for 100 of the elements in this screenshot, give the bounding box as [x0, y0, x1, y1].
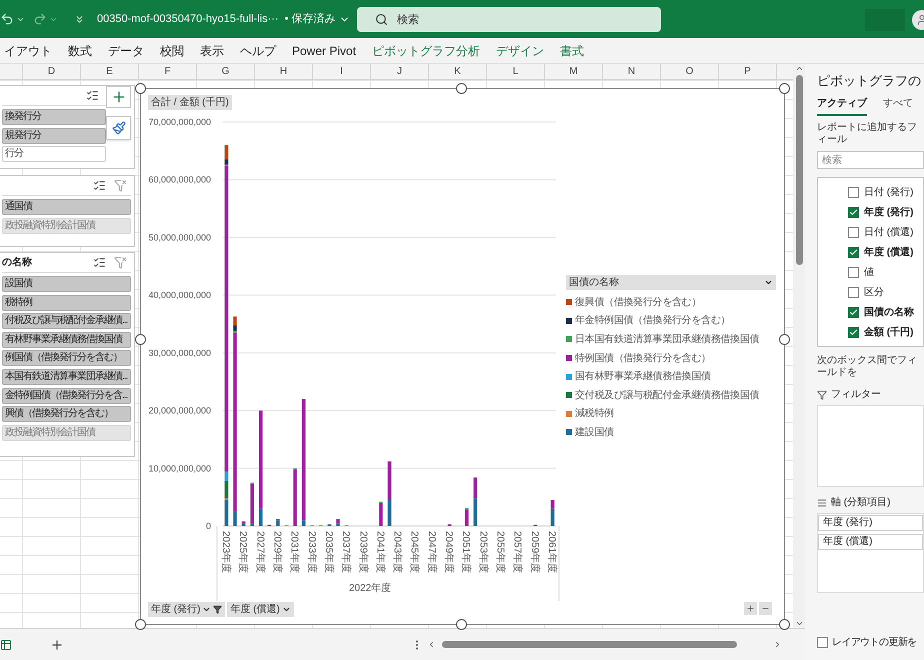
collapse-button[interactable]	[759, 602, 772, 615]
checkbox-label: レイアウトの更新を	[832, 636, 917, 650]
slicer-item[interactable]: 本国有鉄道清算事業団承継債...	[2, 368, 131, 385]
checkbox[interactable]	[848, 246, 859, 258]
expand-button[interactable]	[744, 602, 757, 615]
pane-tab[interactable]: すべて	[883, 96, 913, 116]
ribbon-tab[interactable]: ヘルプ	[240, 42, 276, 60]
slicer-item[interactable]: 政投融資特別会計国債	[2, 424, 131, 441]
field-label: 日付 (発行)	[864, 186, 914, 200]
value-field-button[interactable]: 合計 / 金額 (千円)	[148, 95, 232, 110]
ribbon-tab[interactable]: 表示	[200, 42, 224, 60]
resize-handle[interactable]	[456, 619, 467, 630]
scroll-thumb[interactable]	[796, 75, 802, 265]
column-header[interactable]: E	[81, 64, 139, 79]
area-field-item[interactable]: 年度 (発行)	[818, 515, 923, 531]
axis-field-button[interactable]: 年度 (発行)	[148, 602, 226, 617]
axis-tick-label: 2055年度	[494, 531, 506, 574]
checkbox[interactable]	[848, 186, 859, 198]
column-header[interactable]: D	[23, 64, 81, 79]
ribbon-tab[interactable]: データ	[108, 42, 144, 60]
sheet-tab-icon[interactable]	[0, 638, 12, 650]
checkbox[interactable]	[848, 306, 859, 318]
scroll-left-icon[interactable]	[427, 640, 436, 649]
ribbon-tab[interactable]: 校閲	[160, 42, 184, 60]
brush-icon	[112, 121, 126, 135]
resize-handle[interactable]	[779, 334, 790, 345]
legend-label: 交付税及び譲与税配付金承継債務借換国債	[575, 388, 760, 403]
column-header[interactable]: M	[545, 64, 603, 79]
slicer-item[interactable]: 付税及び譲与税配付金承継債...	[2, 313, 131, 330]
ribbon-tab[interactable]: 数式	[68, 42, 92, 60]
checkbox[interactable]	[848, 206, 859, 218]
ribbon-tab[interactable]: イアウト	[4, 42, 52, 60]
resize-handle[interactable]	[135, 83, 146, 94]
resize-handle[interactable]	[456, 83, 467, 94]
checkbox[interactable]	[848, 326, 859, 338]
slicer-item[interactable]: 例国債（借換発行分を含む）	[2, 350, 131, 366]
pane-tab[interactable]: アクティブ	[817, 96, 867, 116]
scroll-right-icon[interactable]	[773, 640, 782, 649]
search-field[interactable]: 検索	[817, 151, 924, 169]
checkbox[interactable]	[848, 266, 859, 278]
scroll-up-icon[interactable]	[794, 64, 804, 73]
slicer-item[interactable]: 金特例国債（借換発行分を含...	[2, 388, 131, 404]
checkbox[interactable]	[848, 226, 859, 238]
scroll-thumb[interactable]	[442, 641, 737, 648]
multi-select-icon[interactable]	[93, 179, 106, 192]
axis-field-button[interactable]: 年度 (償還)	[227, 602, 294, 617]
slicer-item[interactable]: 通国債	[2, 199, 131, 215]
slicer-item[interactable]: 換発行分	[2, 109, 106, 125]
column-header[interactable]: L	[487, 64, 545, 79]
slicer-item[interactable]: 有林野事業承継債務借換国債	[2, 332, 131, 348]
resize-handle[interactable]	[779, 83, 790, 94]
vertical-scrollbar[interactable]	[793, 64, 805, 628]
style-button[interactable]	[106, 116, 131, 140]
column-header[interactable]: P	[719, 64, 777, 79]
column-header[interactable]: I	[313, 64, 371, 79]
undo-icon[interactable]	[0, 12, 14, 26]
checkbox[interactable]	[817, 637, 828, 648]
slicer-item[interactable]: 設国債	[2, 276, 131, 292]
checkbox[interactable]	[848, 286, 859, 298]
axis-tick-label: 2045年度	[408, 531, 420, 574]
resize-handle[interactable]	[135, 334, 146, 345]
legend-label: 年金特例国債（借換発行分を含む）	[575, 314, 730, 328]
slicer-item[interactable]: 規発行分	[2, 128, 106, 144]
axis-tick-label: 2033年度	[306, 531, 317, 574]
column-header[interactable]: N	[603, 64, 661, 79]
search-icon	[375, 13, 388, 26]
column-header[interactable]: O	[661, 64, 719, 79]
rows-icon	[817, 498, 827, 508]
multi-select-icon[interactable]	[86, 89, 99, 102]
save-status[interactable]: • 保存済み	[284, 10, 350, 28]
customize-icon[interactable]	[74, 14, 85, 24]
slicer-item[interactable]: 行分	[2, 146, 106, 162]
column-header[interactable]: F	[139, 64, 197, 79]
legend-label: 復興債（借換発行分を含む）	[575, 296, 702, 310]
axis-tick-label: 40,000,000,000	[148, 290, 211, 300]
slicer-item[interactable]: 興債（借換発行分を含む）	[2, 406, 131, 422]
slicer-item[interactable]: 税特例	[2, 294, 131, 311]
resize-handle[interactable]	[779, 619, 790, 630]
column-header[interactable]: G	[197, 64, 255, 79]
filter-icon	[213, 605, 222, 614]
ribbon-tab[interactable]: デザイン	[496, 42, 544, 60]
horizontal-scrollbar[interactable]	[427, 638, 782, 650]
column-header[interactable]: K	[429, 64, 487, 79]
add-button[interactable]	[106, 86, 131, 108]
legend-field-button[interactable]: 国債の名称	[566, 275, 776, 290]
resize-handle[interactable]	[135, 619, 146, 630]
column-header[interactable]: H	[255, 64, 313, 79]
area-field-item[interactable]: 年度 (償還)	[818, 534, 923, 550]
multi-select-icon[interactable]	[93, 256, 106, 269]
ribbon-tab[interactable]: 書式	[560, 42, 584, 60]
axis-tick-label: 2041年度	[374, 531, 386, 574]
scroll-down-icon[interactable]	[794, 619, 804, 628]
search-field[interactable]: 検索	[357, 7, 661, 32]
ribbon-tab[interactable]: ピボットグラフ分析	[372, 42, 480, 60]
slicer-title: の名称	[2, 258, 32, 268]
add-sheet-icon[interactable]	[50, 638, 64, 652]
ribbon-tab[interactable]: Power Pivot	[292, 42, 356, 60]
slicer-item[interactable]: 政投融資特別会計国債	[2, 218, 131, 234]
column-header[interactable]: J	[371, 64, 429, 79]
axis-tick-label: 2037年度	[340, 531, 352, 574]
